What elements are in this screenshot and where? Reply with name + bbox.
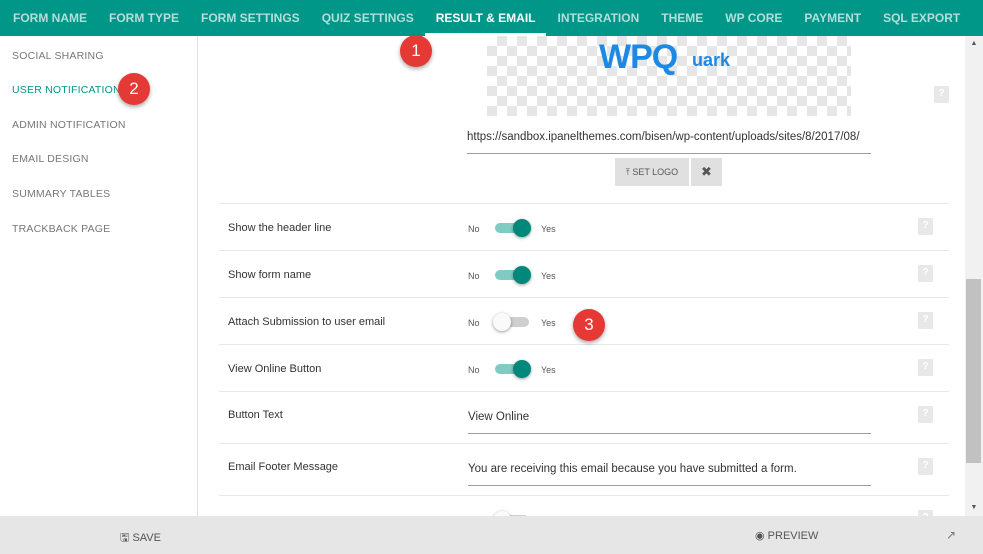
logo-preview: WPQ uark [487,36,851,116]
toggle-no-label: No [468,271,480,281]
preview-label: PREVIEW [767,530,819,542]
help-icon[interactable]: ? [918,359,933,376]
tab-form-name[interactable]: FORM NAME [2,0,98,36]
save-label: SAVE [132,532,161,544]
setting-row-footer-message: Email Footer Message You are receiving t… [219,443,949,495]
form-name-toggle[interactable] [493,266,531,284]
toggle-no-label: No [468,318,480,328]
setting-label: Show the header line [228,222,332,234]
setting-label: Email Footer Message [228,461,339,473]
setting-row-header-line: Show the header line No Yes ? [219,203,949,250]
close-icon: ✖ [701,164,712,179]
help-icon[interactable]: ? [918,458,933,475]
sidebar: SOCIAL SHARING USER NOTIFICATION ADMIN N… [0,36,198,516]
preview-button[interactable]: ◉ PREVIEW [755,529,818,542]
attach-submission-toggle[interactable] [493,313,531,331]
toggle-yes-label: Yes [541,365,556,375]
scrollbar[interactable]: ▲ ▼ [965,36,983,516]
sidebar-item-email-design[interactable]: EMAIL DESIGN [12,153,89,165]
help-icon[interactable]: ? [918,312,933,329]
toggle-no-label: No [468,365,480,375]
tab-wp-core[interactable]: WP CORE [714,0,793,36]
sidebar-item-admin-notification[interactable]: ADMIN NOTIFICATION [12,119,126,131]
settings-panel: WPQ uark ? https://sandbox.ipanelthemes.… [199,36,965,516]
help-icon[interactable]: ? [918,265,933,282]
view-online-toggle[interactable] [493,360,531,378]
setting-label: View Online Button [228,363,322,375]
sidebar-item-social-sharing[interactable]: SOCIAL SHARING [12,50,104,62]
remove-logo-button[interactable]: ✖ [691,158,722,186]
setting-label: Show form name [228,269,312,281]
tab-sql-export[interactable]: SQL EXPORT [872,0,971,36]
sidebar-item-summary-tables[interactable]: SUMMARY TABLES [12,188,110,200]
save-button[interactable]: 🖫 SAVE [120,529,161,548]
step-badge-3: 3 [573,309,605,341]
toggle-yes-label: Yes [541,224,556,234]
sidebar-item-user-notification[interactable]: USER NOTIFICATION [12,84,121,96]
step-badge-1: 1 [400,35,432,67]
sidebar-item-trackback-page[interactable]: TRACKBACK PAGE [12,223,110,235]
toggle-yes-label: Yes [541,271,556,281]
step-badge-2: 2 [118,73,150,105]
tab-integration[interactable]: INTEGRATION [546,0,650,36]
top-navigation: FORM NAME FORM TYPE FORM SETTINGS QUIZ S… [0,0,983,36]
toggle-no-label: No [468,224,480,234]
scroll-up-arrow-icon[interactable]: ▲ [965,38,983,50]
logo-wordmark: WPQ [599,38,678,76]
setting-row-form-name: Show form name No Yes ? [219,250,949,297]
eye-icon: ◉ [755,530,765,542]
scroll-down-arrow-icon[interactable]: ▼ [965,502,983,514]
tab-payment[interactable]: PAYMENT [793,0,872,36]
tab-theme[interactable]: THEME [650,0,714,36]
footer-message-input[interactable]: You are receiving this email because you… [468,458,871,486]
help-icon[interactable]: ? [918,218,933,235]
setting-label: Button Text [228,409,283,421]
toggle-yes-label: Yes [541,318,556,328]
logo-wordmark-suffix: uark [692,50,731,70]
tab-form-settings[interactable]: FORM SETTINGS [190,0,311,36]
help-icon[interactable]: ? [934,86,949,103]
setting-label: Attach Submission to user email [228,316,386,328]
footer-bar: 🖫 SAVE ◉ PREVIEW ↗ [0,516,983,554]
setting-row-button-text: Button Text View Online ? [219,391,949,443]
upload-icon: ⤒ [625,167,630,177]
help-icon[interactable]: ? [918,406,933,423]
set-logo-label: SET LOGO [632,167,679,177]
tab-result-email[interactable]: RESULT & EMAIL [424,0,547,36]
tab-form-type[interactable]: FORM TYPE [98,0,190,36]
setting-row-partial: ? [219,495,949,516]
set-logo-button[interactable]: ⤒ SET LOGO [615,158,689,186]
external-link-icon[interactable]: ↗ [946,528,956,542]
button-text-input[interactable]: View Online [468,406,871,434]
tab-quiz-settings[interactable]: QUIZ SETTINGS [311,0,425,36]
logo-url-field[interactable]: https://sandbox.ipanelthemes.com/bisen/w… [467,126,871,154]
setting-row-view-online: View Online Button No Yes ? [219,344,949,391]
header-line-toggle[interactable] [493,219,531,237]
floppy-disk-icon: 🖫 [120,532,130,544]
scrollbar-thumb[interactable] [966,279,981,463]
